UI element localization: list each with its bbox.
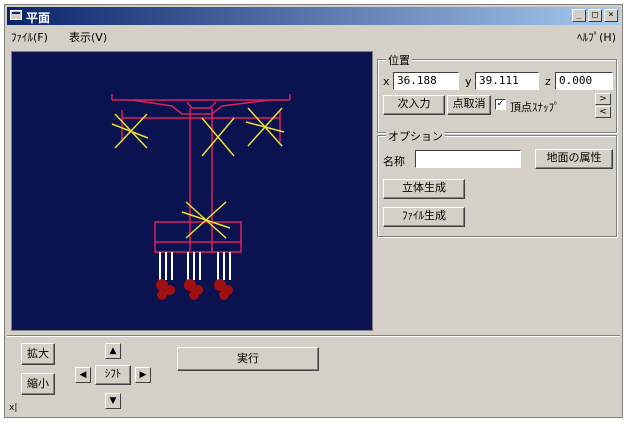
ground-attribute-button[interactable]: 地面の属性 (535, 149, 613, 169)
name-label: 名称 (383, 155, 405, 168)
y-input[interactable]: 39.111 (475, 72, 539, 90)
shift-left-icon[interactable]: ◀ (75, 367, 91, 383)
restore-button[interactable]: □ (588, 9, 602, 22)
status-corner: x| (9, 403, 18, 413)
scroll-right-icon[interactable]: > (595, 93, 611, 105)
position-group-label: 位置 (386, 52, 412, 68)
menu-file[interactable]: ﾌｧｲﾙ(F) (11, 29, 48, 45)
next-input-button[interactable]: 次入力 (383, 95, 445, 115)
zoom-in-button[interactable]: 拡大 (21, 343, 55, 365)
shift-right-icon[interactable]: ▶ (135, 367, 151, 383)
solid-generate-button[interactable]: 立体生成 (383, 179, 465, 199)
name-input[interactable] (415, 150, 521, 168)
structure-drawing (111, 94, 291, 300)
title-bar[interactable]: 平面 _ □ × (7, 7, 620, 25)
menu-view[interactable]: 表示(V) (69, 29, 107, 45)
main-window: 平面 _ □ × ﾌｧｲﾙ(F) 表示(V) ﾍﾙﾌﾟ(H) 位置 x 36.1… (4, 4, 623, 418)
shift-up-icon[interactable]: ▲ (105, 343, 121, 359)
shift-down-icon[interactable]: ▼ (105, 393, 121, 409)
y-label: y (465, 75, 472, 88)
file-generate-button[interactable]: ﾌｧｲﾙ生成 (383, 207, 465, 227)
z-input[interactable]: 0.000 (555, 72, 613, 90)
minimize-button[interactable]: _ (572, 9, 586, 22)
drawing-canvas[interactable] (11, 51, 373, 331)
vertex-snap-checkbox[interactable]: ✓ (495, 99, 506, 110)
zoom-out-button[interactable]: 縮小 (21, 373, 55, 395)
options-group-label: オプション (386, 128, 445, 144)
shift-label[interactable]: ｼﾌﾄ (95, 365, 131, 385)
menu-bar: ﾌｧｲﾙ(F) 表示(V) ﾍﾙﾌﾟ(H) (7, 27, 620, 45)
vertex-snap-label: 頂点ｽﾅｯﾌﾟ (510, 101, 560, 114)
z-label: z (545, 75, 551, 88)
close-button[interactable]: × (604, 9, 618, 22)
menu-help[interactable]: ﾍﾙﾌﾟ(H) (577, 29, 616, 45)
bottom-divider (7, 335, 620, 337)
app-icon (10, 10, 22, 20)
execute-button[interactable]: 実行 (177, 347, 319, 371)
x-input[interactable]: 36.188 (393, 72, 459, 90)
x-label: x (383, 75, 390, 88)
window-title: 平面 (26, 11, 51, 25)
scroll-left-icon[interactable]: < (595, 106, 611, 118)
cancel-point-button[interactable]: 点取消 (447, 95, 491, 115)
